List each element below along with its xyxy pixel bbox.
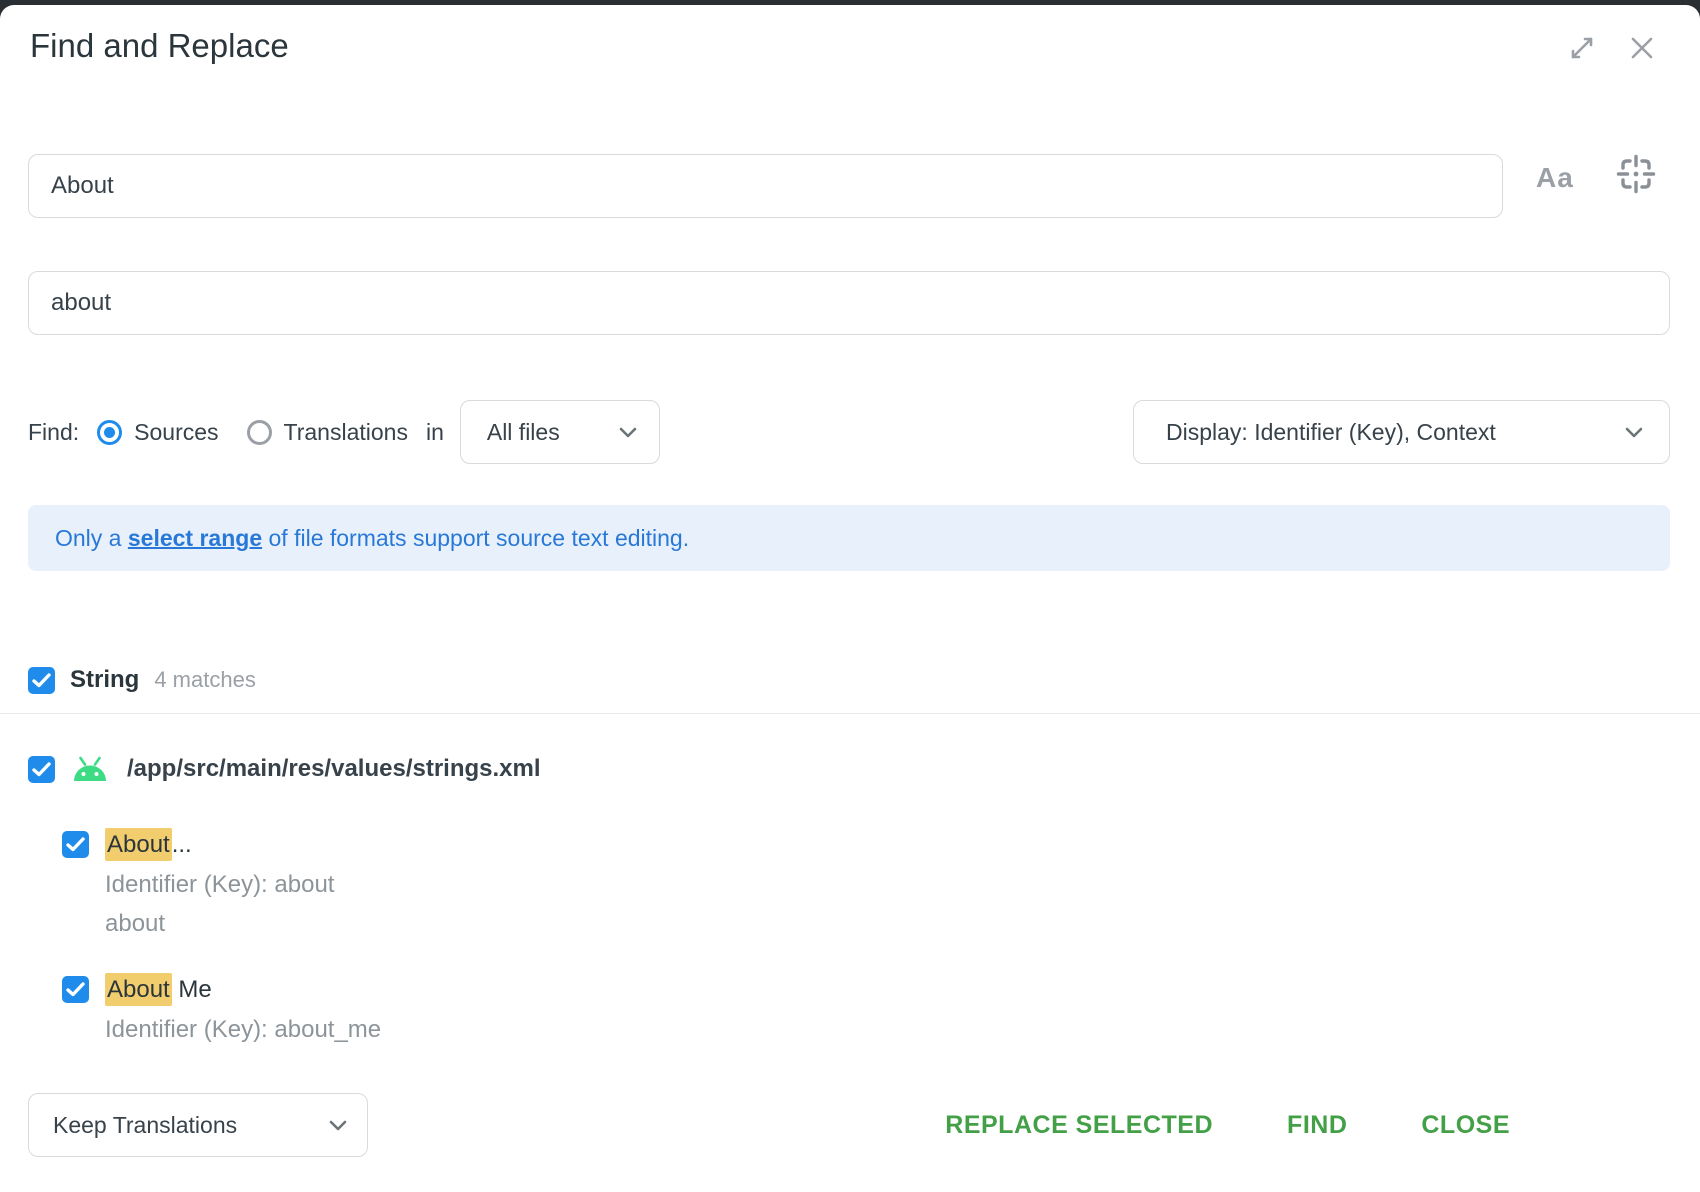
result-item[interactable]: About Me Identifier (Key): about_me	[105, 974, 381, 1045]
close-icon[interactable]	[1626, 32, 1658, 64]
find-label: Find:	[28, 419, 79, 446]
chevron-down-icon	[619, 427, 637, 438]
banner-text-prefix: Only a	[55, 525, 128, 551]
banner-text-suffix: of file formats support source text edit…	[262, 525, 689, 551]
files-scope-value: All files	[487, 419, 560, 446]
highlighted-match: About	[105, 973, 172, 1006]
result-identifier: Identifier (Key): about	[105, 870, 334, 900]
display-options-select[interactable]: Display: Identifier (Key), Context	[1133, 400, 1670, 464]
info-banner: Only a select range of file formats supp…	[28, 505, 1670, 571]
translations-action-value: Keep Translations	[53, 1112, 237, 1139]
chevron-down-icon	[329, 1120, 347, 1131]
highlighted-match: About	[105, 828, 172, 861]
file-path: /app/src/main/res/values/strings.xml	[127, 755, 541, 783]
file-row[interactable]: /app/src/main/res/values/strings.xml	[28, 754, 541, 784]
radio-translations[interactable]	[247, 420, 272, 445]
radio-translations-label[interactable]: Translations	[284, 419, 408, 446]
find-and-replace-dialog: Find and Replace Aa Find: Sources Transl…	[0, 5, 1700, 1192]
result-checkbox[interactable]	[62, 976, 89, 1003]
chevron-down-icon	[1625, 427, 1643, 438]
group-match-count: 4 matches	[154, 667, 256, 693]
replace-selected-button[interactable]: REPLACE SELECTED	[945, 1111, 1213, 1140]
result-group-row: String 4 matches	[28, 666, 256, 694]
translations-action-select[interactable]: Keep Translations	[28, 1093, 368, 1157]
close-button[interactable]: CLOSE	[1421, 1111, 1510, 1140]
display-options-value: Display: Identifier (Key), Context	[1166, 419, 1496, 446]
radio-sources-label[interactable]: Sources	[134, 419, 218, 446]
expand-dialog-icon[interactable]	[1566, 32, 1598, 64]
android-icon	[71, 754, 109, 784]
result-context: about	[105, 909, 334, 939]
footer-buttons: REPLACE SELECTED FIND CLOSE	[945, 1093, 1510, 1158]
match-whole-phrase-icon[interactable]	[1614, 152, 1658, 196]
group-label: String	[70, 666, 139, 694]
result-checkbox[interactable]	[62, 831, 89, 858]
group-checkbox[interactable]	[28, 667, 55, 694]
result-identifier: Identifier (Key): about_me	[105, 1015, 381, 1045]
result-text: About Me	[105, 974, 381, 1006]
result-item[interactable]: About... Identifier (Key): about about	[105, 829, 334, 939]
radio-sources[interactable]	[97, 420, 122, 445]
search-input[interactable]	[28, 154, 1503, 218]
find-scope-row: Find: Sources Translations in All files	[28, 400, 660, 464]
dialog-title: Find and Replace	[30, 27, 289, 65]
match-case-toggle[interactable]: Aa	[1536, 162, 1574, 194]
file-checkbox[interactable]	[28, 756, 55, 783]
find-button[interactable]: FIND	[1287, 1111, 1347, 1140]
in-label: in	[426, 419, 444, 446]
files-scope-select[interactable]: All files	[460, 400, 660, 464]
replace-input[interactable]	[28, 271, 1670, 335]
result-text: About...	[105, 829, 334, 861]
select-range-link[interactable]: select range	[128, 525, 262, 551]
divider	[0, 713, 1700, 714]
